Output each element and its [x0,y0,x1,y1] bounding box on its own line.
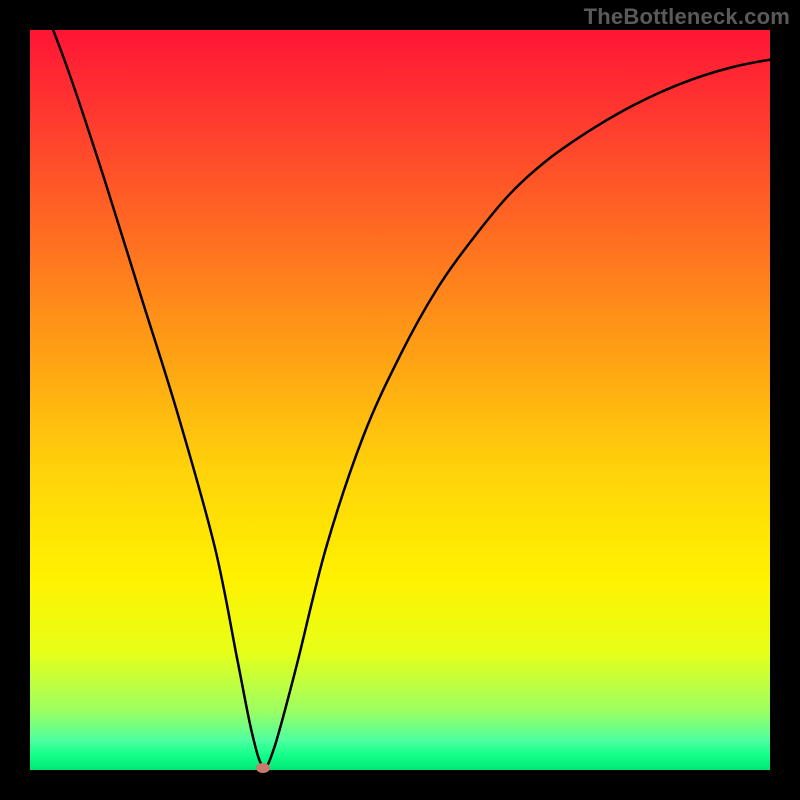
watermark-label: TheBottleneck.com [584,4,790,30]
curve-layer [30,30,770,770]
chart-frame: TheBottleneck.com [0,0,800,800]
bottleneck-curve [30,30,770,767]
plot-area [30,30,770,770]
optimum-marker [256,763,270,773]
